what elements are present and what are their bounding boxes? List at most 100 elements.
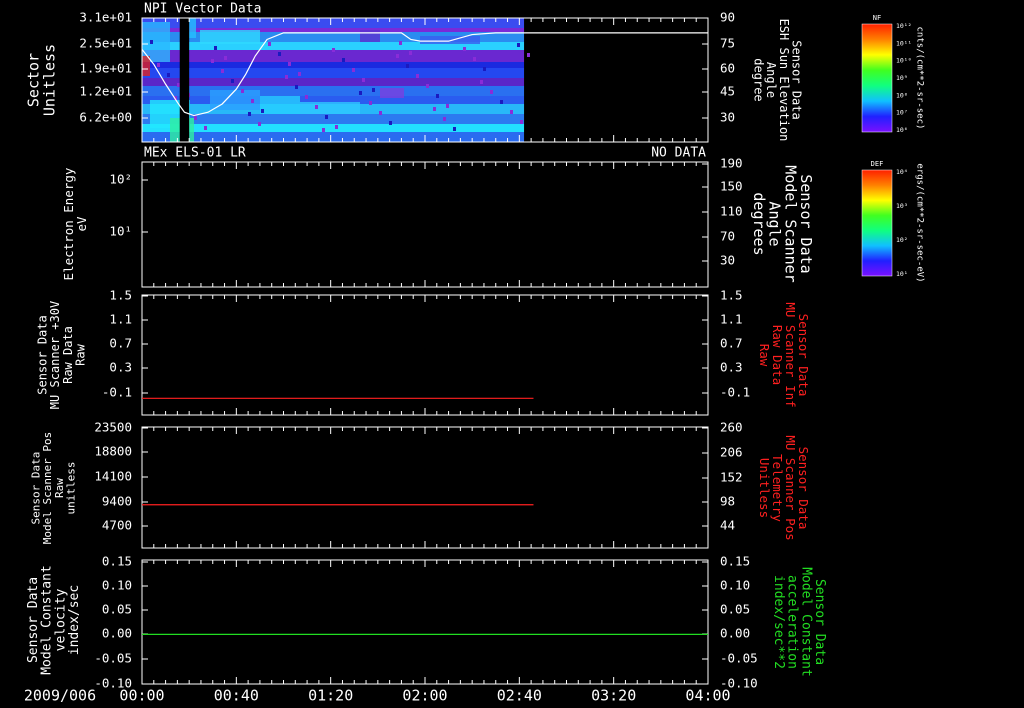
right-axis-label: Raw — [757, 344, 772, 367]
time-tick-label: 00:00 — [119, 687, 164, 705]
heatmap-speck — [379, 111, 382, 115]
heatmap-band-13 — [142, 132, 525, 142]
y2-tick-label: 44 — [720, 518, 735, 533]
heatmap-speck — [305, 95, 308, 99]
heatmap-speck — [520, 120, 523, 124]
heatmap-speck — [325, 115, 328, 119]
heatmap-band-7 — [142, 78, 525, 86]
left-axis-label: Raw — [73, 343, 87, 365]
heatmap-speck — [342, 58, 345, 62]
heatmap-band-12 — [142, 124, 525, 132]
y-tick-label: 0.05 — [102, 602, 132, 617]
right-axis-label: degree — [752, 58, 766, 101]
y-tick-label: 2.5e+01 — [79, 36, 132, 51]
no-data-label: NO DATA — [651, 146, 706, 161]
time-tick-label: 03:20 — [591, 687, 636, 705]
heatmap-speck — [389, 121, 392, 125]
heatmap-speck — [409, 51, 412, 55]
heatmap-speck — [359, 91, 362, 95]
colorbar-unit: ergs/(cm**2-sr-sec-eV) — [915, 163, 925, 282]
heatmap-speck — [221, 69, 224, 73]
heatmap-band-6 — [142, 68, 525, 78]
y2-tick-label: 1.5 — [720, 288, 743, 303]
y2-tick-label: 45 — [720, 84, 735, 99]
date-label: 2009/006 — [24, 687, 96, 705]
heatmap-speck — [295, 85, 298, 89]
y-tick-label: 0.7 — [109, 336, 132, 351]
panel-title: NPI Vector Data — [144, 2, 261, 17]
y2-tick-label: 70 — [720, 229, 735, 244]
y2-tick-label: 0.05 — [720, 602, 750, 617]
y-tick-label: 1.2e+01 — [79, 84, 132, 99]
heatmap-speck — [150, 40, 153, 44]
heatmap-band-1 — [142, 28, 525, 32]
left-axis-label: Unitless — [40, 44, 58, 116]
y2-tick-label: 0.00 — [720, 626, 750, 641]
panel-frame-3 — [141, 426, 709, 549]
heatmap-speck — [157, 63, 160, 67]
y-tick-label: 4700 — [102, 518, 132, 533]
y2-tick-label: 0.10 — [720, 578, 750, 593]
y2-tick-label: 150 — [720, 179, 743, 194]
heatmap-speck — [251, 99, 254, 103]
y2-tick-label: 60 — [720, 61, 735, 76]
time-tick-label: 04:00 — [685, 687, 730, 705]
heatmap-speck — [362, 78, 365, 82]
left-axis-label: unitless — [64, 462, 77, 515]
y-tick-label: 10¹ — [109, 224, 132, 239]
colorbar-unit: cnts/(cm**2-sr-sec) — [915, 27, 925, 130]
heatmap-speck — [194, 116, 197, 120]
y-tick-label: 14100 — [94, 469, 132, 484]
heatmap-cells — [142, 18, 530, 142]
colorbar-tick-label: 10² — [896, 236, 908, 244]
heatmap-patch-6 — [300, 102, 360, 114]
right-axis-label: degrees — [750, 192, 768, 255]
heatmap-speck — [372, 88, 375, 92]
heatmap-speck — [167, 73, 170, 77]
left-axis-label: eV — [74, 216, 89, 232]
heatmap-speck — [396, 54, 399, 58]
heatmap-band-5 — [142, 62, 525, 68]
heatmap-speck — [517, 43, 520, 47]
heatmap-band-11 — [142, 114, 525, 124]
heatmap-speck — [261, 109, 264, 113]
heatmap-data-gap — [179, 18, 190, 142]
heatmap-band-8 — [142, 86, 525, 96]
y-tick-label: -0.1 — [102, 385, 132, 400]
heatmap-speck — [527, 53, 530, 57]
heatmap-speck — [510, 110, 513, 114]
y-tick-label: 23500 — [94, 420, 132, 435]
heatmap-speck — [416, 74, 419, 78]
heatmap-speck — [224, 56, 227, 60]
heatmap-speck — [211, 59, 214, 63]
y2-tick-label: 206 — [720, 445, 743, 460]
heatmap-patch-7 — [360, 30, 380, 42]
y-tick-label: 1.5 — [109, 288, 132, 303]
heatmap-speck — [231, 79, 234, 83]
heatmap-speck — [490, 90, 493, 94]
y2-tick-label: 30 — [720, 110, 735, 125]
colorbar — [861, 169, 893, 277]
heatmap-speck — [443, 117, 446, 121]
heatmap-speck — [433, 107, 436, 111]
y2-tick-label: 0.3 — [720, 360, 743, 375]
colorbar-tick-label: 10⁷ — [896, 109, 908, 117]
heatmap-speck — [322, 128, 325, 132]
colorbar-title: NF — [873, 14, 881, 22]
colorbar-title: DEF — [871, 160, 884, 168]
right-axis-label: Unitless — [757, 458, 772, 518]
heatmap-patch-8 — [380, 88, 404, 98]
heatmap-speck — [288, 62, 291, 66]
heatmap-band-0 — [142, 18, 525, 28]
heatmap-speck — [241, 89, 244, 93]
heatmap-speck — [285, 75, 288, 79]
colorbar-tick-label: 10⁴ — [896, 168, 908, 176]
heatmap-speck — [298, 72, 301, 76]
y-tick-label: 0.3 — [109, 360, 132, 375]
heatmap-speck — [480, 80, 483, 84]
y2-tick-label: 190 — [720, 156, 743, 171]
heatmap-patch-10 — [142, 56, 150, 76]
heatmap-patch-3 — [200, 30, 260, 44]
y2-tick-label: -0.1 — [720, 385, 750, 400]
heatmap-patch-9 — [420, 36, 480, 44]
